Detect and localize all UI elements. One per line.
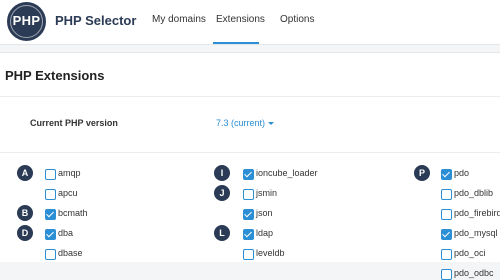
checkbox-amqp[interactable] bbox=[45, 169, 56, 180]
extension-label-dbase: dbase bbox=[58, 248, 83, 258]
checkbox-pdo-mysql[interactable] bbox=[441, 229, 452, 240]
letter-badge-a: A bbox=[17, 165, 33, 181]
checkbox-ldap[interactable] bbox=[243, 229, 254, 240]
checkbox-leveldb[interactable] bbox=[243, 249, 254, 260]
extension-label-pdo-odbc: pdo_odbc bbox=[454, 268, 494, 278]
extension-label-leveldb: leveldb bbox=[256, 248, 285, 258]
extension-label-pdo: pdo bbox=[454, 168, 470, 178]
top-navigation-bar: PHP PHP Selector My domains Extensions O… bbox=[0, 0, 500, 45]
extension-label-pdo-dblib: pdo_dblib bbox=[454, 188, 494, 198]
tab-my-domains[interactable]: My domains bbox=[152, 14, 206, 25]
divider bbox=[0, 152, 500, 153]
extension-label-apcu: apcu bbox=[58, 188, 78, 198]
checkbox-pdo-odbc[interactable] bbox=[441, 269, 452, 280]
letter-badge-l: L bbox=[214, 225, 230, 241]
active-tab-indicator bbox=[213, 42, 259, 44]
extension-label-pdo-firebird: pdo_firebird bbox=[454, 208, 500, 218]
checkbox-jsmin[interactable] bbox=[243, 189, 254, 200]
checkbox-pdo-firebird[interactable] bbox=[441, 209, 452, 220]
extension-label-json: json bbox=[256, 208, 273, 218]
tab-options[interactable]: Options bbox=[280, 14, 314, 25]
version-value: 7.3 (current) bbox=[216, 118, 266, 128]
version-dropdown[interactable]: 7.3 (current) bbox=[216, 118, 275, 128]
checkbox-json[interactable] bbox=[243, 209, 254, 220]
chevron-down-icon bbox=[268, 122, 275, 126]
extension-label-ldap: ldap bbox=[256, 228, 274, 238]
checkbox-bcmath[interactable] bbox=[45, 209, 56, 220]
letter-badge-d: D bbox=[17, 225, 33, 241]
version-label: Current PHP version bbox=[30, 118, 118, 128]
checkbox-ioncube-loader[interactable] bbox=[243, 169, 254, 180]
tab-extensions[interactable]: Extensions bbox=[216, 14, 265, 25]
checkbox-pdo[interactable] bbox=[441, 169, 452, 180]
letter-badge-i: I bbox=[214, 165, 230, 181]
checkbox-dbase[interactable] bbox=[45, 249, 56, 260]
php-logo: PHP bbox=[7, 2, 46, 41]
extension-label-bcmath: bcmath bbox=[58, 208, 88, 218]
letter-badge-j: J bbox=[214, 185, 230, 201]
extension-label-amqp: amqp bbox=[58, 168, 81, 178]
checkbox-dba[interactable] bbox=[45, 229, 56, 240]
extension-label-jsmin: jsmin bbox=[256, 188, 278, 198]
letter-badge-b: B bbox=[17, 205, 33, 221]
checkbox-pdo-dblib[interactable] bbox=[441, 189, 452, 200]
letter-badge-p: P bbox=[414, 165, 430, 181]
divider bbox=[0, 96, 500, 97]
logo-text: PHP bbox=[12, 13, 41, 28]
checkbox-apcu[interactable] bbox=[45, 189, 56, 200]
checkbox-pdo-oci[interactable] bbox=[441, 249, 452, 260]
app-title: PHP Selector bbox=[55, 13, 137, 28]
extension-label-dba: dba bbox=[58, 228, 74, 238]
extension-label-pdo-mysql: pdo_mysql bbox=[454, 228, 498, 238]
page-title: PHP Extensions bbox=[5, 68, 105, 83]
extension-label-pdo-oci: pdo_oci bbox=[454, 248, 486, 258]
extension-label-ioncube-loader: ioncube_loader bbox=[256, 168, 318, 178]
